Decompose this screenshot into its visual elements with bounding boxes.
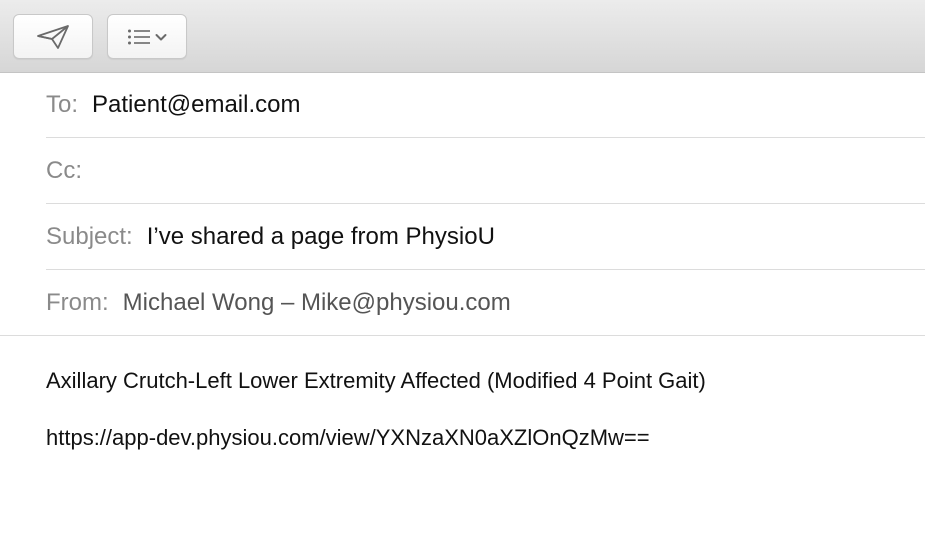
toolbar: [0, 0, 925, 73]
list-icon: [127, 28, 151, 46]
cc-label: Cc:: [46, 156, 82, 184]
subject-label: Subject:: [46, 222, 133, 250]
body-title-line: Axillary Crutch-Left Lower Extremity Aff…: [46, 368, 706, 393]
chevron-down-icon: [155, 32, 167, 42]
subject-value[interactable]: I’ve shared a page from PhysioU: [147, 223, 495, 251]
cc-field[interactable]: Cc:: [46, 138, 925, 204]
subject-field[interactable]: Subject: I’ve shared a page from PhysioU: [46, 204, 925, 270]
to-value[interactable]: Patient@email.com: [92, 91, 300, 119]
paper-plane-icon: [36, 24, 70, 50]
from-field[interactable]: From: Michael Wong – Mike@physiou.com: [46, 270, 925, 336]
from-value[interactable]: Michael Wong – Mike@physiou.com: [123, 289, 511, 317]
format-list-button[interactable]: [107, 14, 187, 59]
to-field[interactable]: To: Patient@email.com: [46, 73, 925, 138]
to-label: To:: [46, 91, 79, 118]
body-link-line[interactable]: https://app-dev.physiou.com/view/YXNzaXN…: [46, 425, 650, 451]
message-body[interactable]: Axillary Crutch-Left Lower Extremity Aff…: [46, 336, 906, 559]
from-label: From:: [46, 289, 109, 316]
send-button[interactable]: [13, 14, 93, 59]
